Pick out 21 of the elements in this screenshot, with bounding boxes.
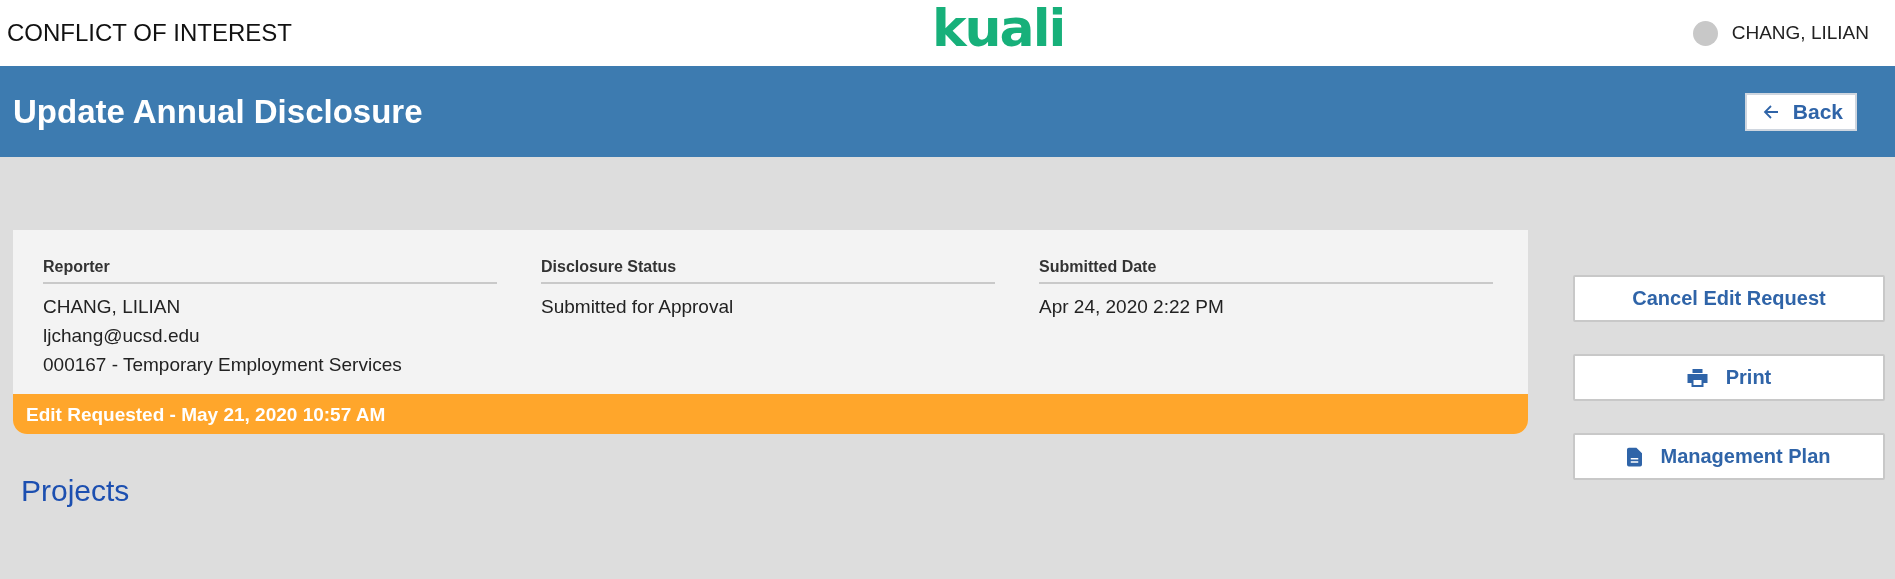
- user-name[interactable]: CHANG, LILIAN: [1731, 22, 1869, 44]
- field-value: Apr 24, 2020 2:22 PM: [1039, 295, 1225, 319]
- edit-requested-banner: Edit Requested - May 21, 2020 10:57 AM: [13, 394, 1528, 434]
- page-title: Update Annual Disclosure: [13, 92, 423, 131]
- field-value: 000167 - Temporary Employment Services: [43, 353, 403, 377]
- document-icon: [1627, 446, 1643, 467]
- field-value: ljchang@ucsd.edu: [43, 324, 201, 348]
- section-heading: Projects: [21, 474, 131, 508]
- field-value: CHANG, LILIAN: [43, 295, 182, 319]
- app-title: CONFLICT OF INTEREST: [7, 19, 292, 47]
- field-value: Submitted for Approval: [541, 295, 735, 319]
- action-button[interactable]: Cancel Edit Request: [1573, 275, 1885, 322]
- action-button[interactable]: Print: [1573, 354, 1885, 401]
- field-label: Submitted Date: [1039, 258, 1493, 284]
- field-label: Reporter: [43, 258, 497, 284]
- left-arrow-icon: [1762, 103, 1779, 120]
- back-button[interactable]: Back: [1744, 92, 1857, 131]
- printer-icon: [1686, 368, 1708, 387]
- action-button[interactable]: Management Plan: [1573, 433, 1885, 480]
- field-label: Disclosure Status: [541, 258, 995, 284]
- avatar-icon[interactable]: [1692, 20, 1718, 46]
